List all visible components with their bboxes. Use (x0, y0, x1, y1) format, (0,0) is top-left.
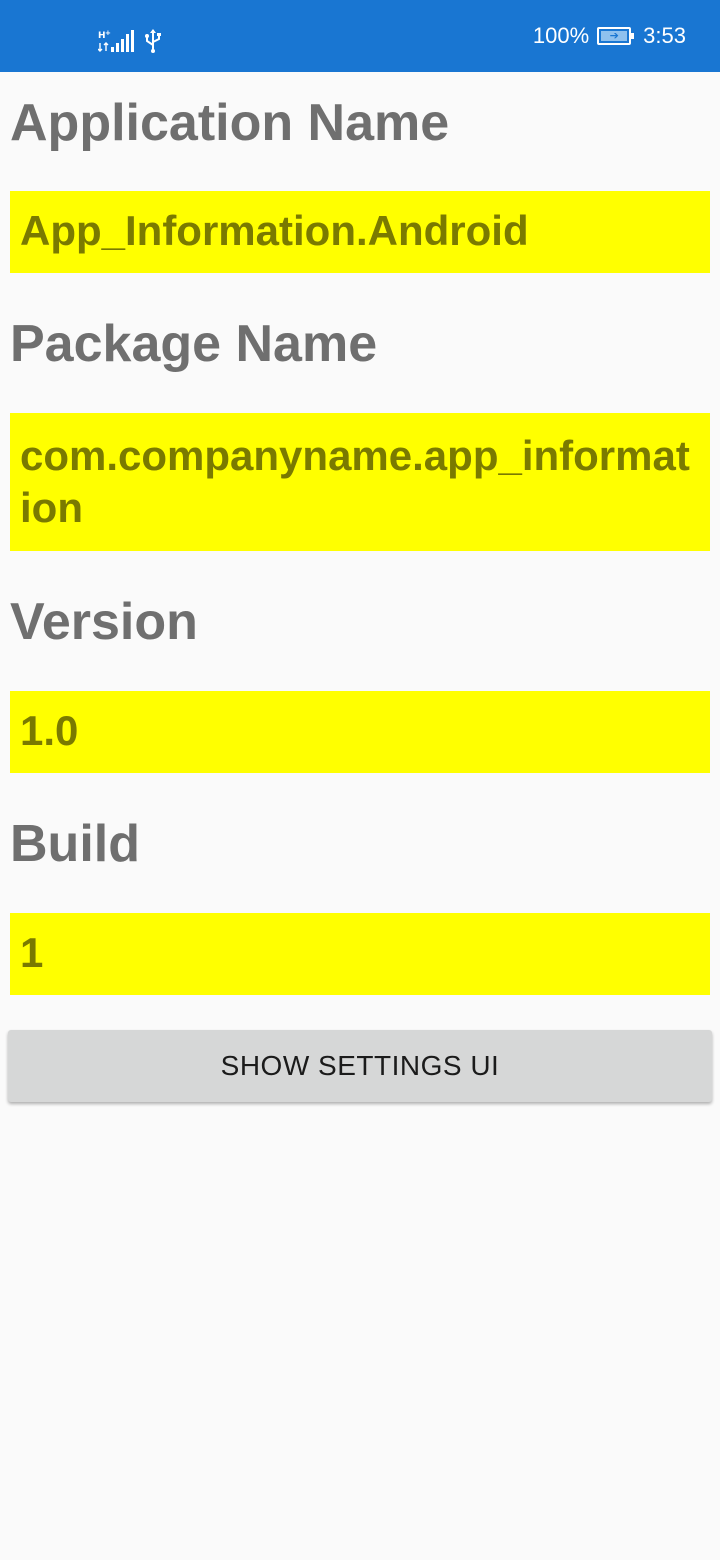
app-info-panel: Application Name App_Information.Android… (10, 72, 710, 995)
field-label: Package Name (10, 315, 378, 373)
field-value: com.companyname.app_information (10, 413, 710, 551)
field-label: Version (10, 593, 198, 651)
field-value: 1.0 (10, 691, 710, 773)
battery-charging-icon: ➔ (597, 27, 635, 45)
status-left-icons: H + (97, 29, 162, 58)
status-bar: H + 100% ➔ 3:53 (0, 0, 720, 72)
battery-percent: 100% (532, 23, 590, 48)
field-package-name: Package Name com.companyname.app_informa… (10, 314, 710, 551)
field-value: App_Information.Android (10, 191, 710, 273)
clock: 3:53 (643, 23, 686, 48)
field-value: 1 (10, 913, 710, 995)
signal-icon: H + (97, 29, 134, 58)
field-version: Version 1.0 (10, 592, 710, 773)
field-label: Application Name (10, 94, 450, 152)
usb-icon (144, 29, 162, 58)
show-settings-ui-button[interactable]: SHOW SETTINGS UI (8, 1030, 712, 1102)
status-right: 100% ➔ 3:53 (533, 0, 686, 72)
field-label: Build (10, 815, 140, 873)
field-application-name: Application Name App_Information.Android (10, 93, 710, 273)
field-build: Build 1 (10, 814, 710, 995)
svg-text:+: + (105, 29, 111, 37)
